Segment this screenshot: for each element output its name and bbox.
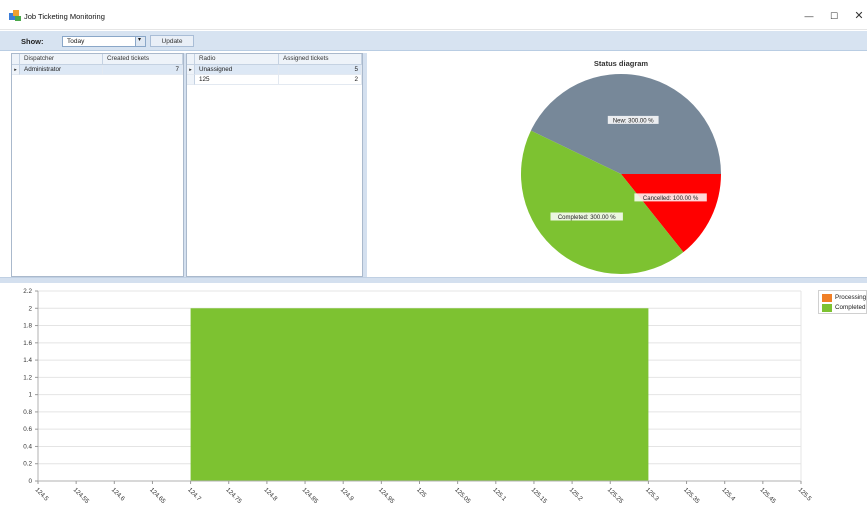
cell-radio[interactable]: 125 [195,75,279,85]
grid-corner [12,54,20,65]
x-tick-label: 125.35 [682,486,701,505]
status-diagram-panel: Status diagram New: 300.00 % Cancelled: 1… [367,53,867,277]
x-tick-label: 125.05 [453,486,472,505]
title-bar: Job Ticketing Monitoring — ☐ ✕ [0,0,867,30]
x-tick-label: 124.9 [339,486,355,502]
x-tick-label: 125.5 [797,486,813,502]
window-title: Job Ticketing Monitoring [24,12,105,21]
show-label: Show: [21,37,44,46]
pie-label-new: New: 300.00 % [613,118,654,124]
chevron-down-icon: ▾ [138,37,142,43]
y-tick-label: 1.4 [23,357,32,364]
legend-swatch-completed [822,304,832,312]
x-tick-label: 125.15 [530,486,549,505]
pie-title: Status diagram [594,59,649,68]
app-icon [9,10,21,21]
bar-chart-panel: 0 0.2 0.4 0.6 0.8 1 1.2 1.4 1.6 1.8 2 2.2 124.5 124.… [0,283,867,510]
cell-radio[interactable]: Unassigned [195,65,279,75]
x-tick-label: 124.5 [34,486,50,502]
x-tick-label: 124.8 [262,486,278,502]
cell-assigned-tickets[interactable]: 2 [279,75,362,85]
x-tick-label: 125.25 [606,486,625,505]
column-header-created-tickets[interactable]: Created tickets [103,54,183,65]
x-tick-label: 125.2 [568,486,584,502]
bar-completed [190,308,649,481]
x-tick-label: 124.6 [110,486,126,502]
x-tick-label: 125.3 [644,486,660,502]
x-tick-label: 124.75 [224,486,243,505]
pie-label-cancelled: Cancelled: 100.00 % [643,196,699,202]
period-combobox[interactable]: Today ▾ [62,36,146,47]
legend-label-completed: Completed [835,304,866,311]
radio-grid[interactable]: Radio Assigned tickets ▸ Unassigned 5 125 2 [186,53,363,277]
y-tick-label: 0 [28,478,32,485]
y-tick-label: 1.2 [23,374,32,381]
dispatcher-grid[interactable]: Dispatcher Created tickets ▸ Administrato… [11,53,184,277]
tickets-bar-chart: 0 0.2 0.4 0.6 0.8 1 1.2 1.4 1.6 1.8 2 2.2 124.5 124.… [23,288,813,505]
row-indicator[interactable]: ▸ [12,65,20,75]
legend-label-processing: Processing [835,294,867,301]
x-tick-label: 125.45 [758,486,777,505]
status-pie-chart: Status diagram New: 300.00 % Cancelled: 1… [520,59,721,275]
y-tick-label: 1 [28,392,32,399]
cell-created-tickets[interactable]: 7 [103,65,183,75]
period-dropdown-button[interactable]: ▾ [135,37,145,46]
x-tick-label: 124.65 [148,486,167,505]
cell-dispatcher[interactable]: Administrator [20,65,103,75]
y-tick-label: 1.8 [23,323,32,330]
column-header-assigned-tickets[interactable]: Assigned tickets [279,54,362,65]
cell-assigned-tickets[interactable]: 5 [279,65,362,75]
x-tick-label: 125.4 [720,486,736,502]
x-tick-label: 125.1 [491,486,507,502]
y-tick-label: 0.8 [23,409,32,416]
row-indicator[interactable]: ▸ [187,65,195,75]
update-button[interactable]: Update [150,35,194,47]
x-tick-label: 124.7 [186,486,202,502]
period-value: Today [67,38,85,45]
maximize-button[interactable]: ☐ [824,8,844,24]
x-tick-label: 124.95 [377,486,396,505]
y-tick-label: 2 [28,305,32,312]
grid-corner [187,54,195,65]
x-tick-label: 125 [415,486,428,499]
y-tick-label: 1.6 [23,340,32,347]
column-header-dispatcher[interactable]: Dispatcher [20,54,103,65]
close-button[interactable]: ✕ [849,8,867,24]
legend-swatch-processing [822,294,832,302]
chart-legend: Processing Completed [818,290,867,314]
x-tick-label: 124.55 [72,486,91,505]
pie-label-completed: Completed: 300.00 % [558,215,616,221]
x-tick-label: 124.85 [301,486,320,505]
row-indicator[interactable] [187,75,195,85]
y-tick-label: 2.2 [23,288,32,295]
y-tick-label: 0.2 [23,461,32,468]
minimize-button[interactable]: — [799,8,819,24]
y-tick-label: 0.4 [23,443,32,450]
toolbar: Show: Today ▾ Update [0,31,867,51]
column-header-radio[interactable]: Radio [195,54,279,65]
y-tick-label: 0.6 [23,426,32,433]
